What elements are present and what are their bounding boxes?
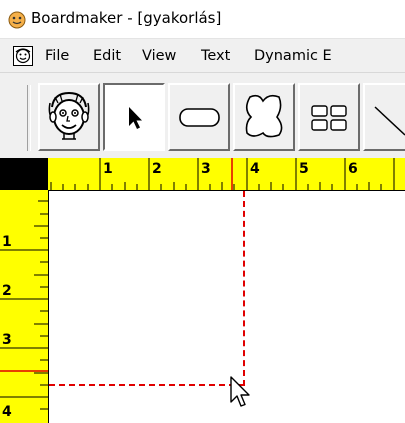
title-bar: Boardmaker - [gyakorlás] [0,0,405,38]
ruler-label: 2 [2,283,12,299]
ruler-label: 3 [2,332,12,348]
ruler-label: 6 [348,161,358,177]
ruler-label: 1 [103,161,113,177]
rounded-rectangle-icon [179,108,220,127]
ruler-label: 5 [299,161,309,177]
freeform-tool[interactable] [233,83,295,151]
vertical-ruler: 1 2 3 4 [0,190,49,423]
ruler-label: 2 [152,161,162,177]
ruler-label: 4 [250,161,260,177]
ruler-label: 1 [2,234,12,250]
print-area-boundary [49,191,245,386]
toolbar [0,72,405,159]
rounded-rect-tool[interactable] [168,83,230,151]
ruler-label: 4 [2,404,12,420]
menu-file[interactable]: File [45,48,69,64]
pointer-tool[interactable] [103,83,165,151]
toolbar-grip [27,85,31,151]
mouse-pointer-icon [230,376,250,407]
boardmaker-face-icon[interactable] [13,46,33,66]
line-icon [374,106,405,136]
menu-text[interactable]: Text [201,48,230,64]
menu-bar: File Edit View Text Dynamic E [0,38,405,73]
boardmaker-face-icon [8,11,26,29]
face-icon [48,91,90,140]
ruler-label: 3 [201,161,211,177]
menu-view[interactable]: View [142,48,176,64]
board-canvas[interactable]: 1 2 3 4 5 6 1 2 3 4 [0,158,405,423]
menu-edit[interactable]: Edit [93,48,121,64]
grid-cells-icon [311,105,347,131]
menu-dynamic[interactable]: Dynamic E [254,48,332,64]
horizontal-ruler: 1 2 3 4 5 6 [48,158,405,191]
freeform-shape-icon [245,94,283,138]
window-title: Boardmaker - [gyakorlás] [31,9,222,27]
vertical-ruler-ticks [0,200,48,410]
symbol-finder-tool[interactable] [38,83,100,151]
ruler-corner [0,158,48,190]
grid-tool[interactable] [298,83,360,151]
line-tool[interactable] [363,83,405,151]
arrow-pointer-icon [129,107,142,129]
